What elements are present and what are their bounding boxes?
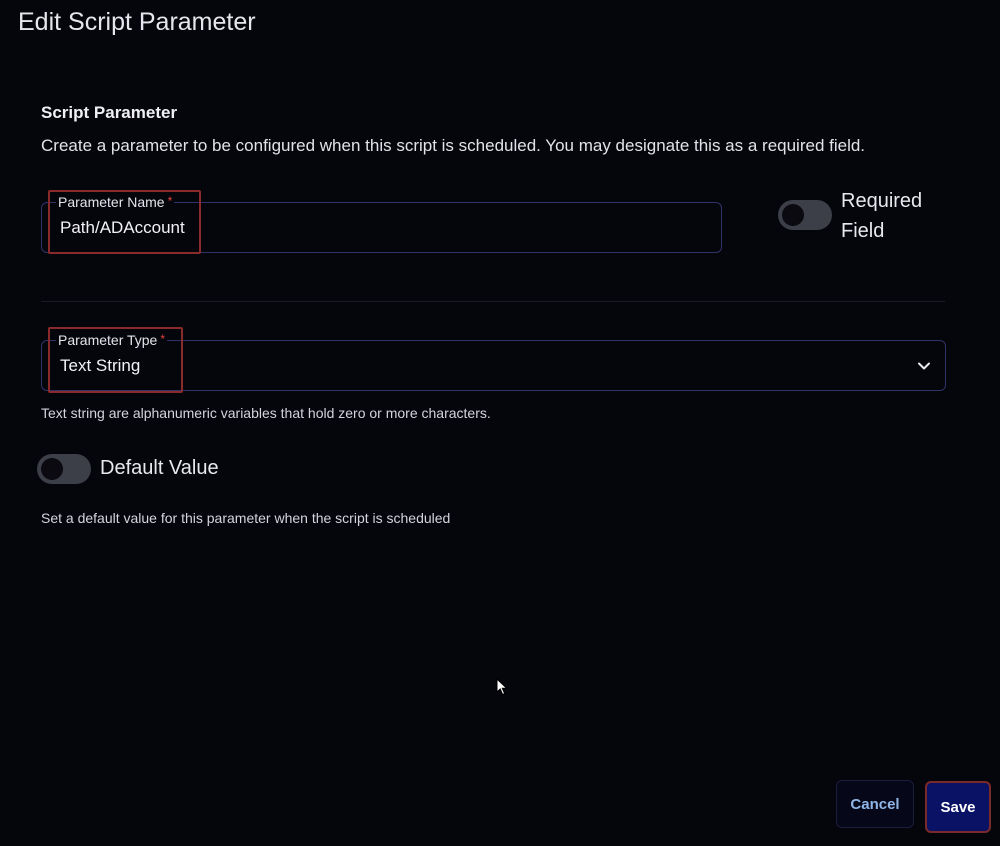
toggle-knob: [782, 204, 804, 226]
dialog-title: Edit Script Parameter: [18, 8, 256, 36]
parameter-type-select[interactable]: Parameter Type * Text String: [41, 332, 946, 391]
required-field-toggle[interactable]: [778, 200, 832, 230]
section-heading: Script Parameter: [41, 103, 178, 122]
cancel-button[interactable]: Cancel: [836, 780, 914, 828]
default-value-toggle[interactable]: [37, 454, 91, 484]
default-value-helper: Set a default value for this parameter w…: [41, 510, 451, 526]
save-button[interactable]: Save: [925, 781, 991, 833]
edit-script-parameter-dialog: Edit Script Parameter Script Parameter C…: [0, 0, 1000, 846]
parameter-name-input[interactable]: Path/ADAccount: [60, 218, 185, 238]
toggle-knob: [41, 458, 63, 480]
required-asterisk: *: [167, 194, 173, 208]
section-description: Create a parameter to be configured when…: [41, 136, 866, 155]
divider: [41, 301, 945, 302]
required-asterisk: *: [160, 332, 166, 346]
default-value-label: Default Value: [100, 457, 219, 479]
parameter-type-helper: Text string are alphanumeric variables t…: [41, 405, 491, 421]
parameter-name-field[interactable]: Parameter Name * Path/ADAccount: [41, 194, 722, 253]
parameter-type-value: Text String: [60, 356, 141, 375]
parameter-type-label: Parameter Type *: [56, 332, 168, 348]
mouse-cursor-icon: [496, 678, 508, 696]
required-field-label: Required Field: [841, 190, 923, 242]
parameter-name-label: Parameter Name *: [56, 194, 175, 210]
chevron-down-icon[interactable]: [917, 359, 931, 373]
